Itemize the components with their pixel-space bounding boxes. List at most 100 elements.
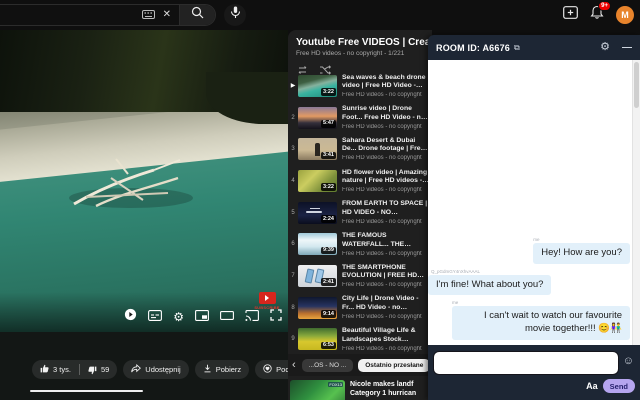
copy-room-id-icon[interactable]: ⧉ bbox=[514, 43, 520, 53]
scroll-progress-line bbox=[30, 390, 143, 392]
emoji-picker-icon[interactable]: ☺ bbox=[623, 356, 634, 367]
video-thumbnail: 9:14 bbox=[298, 296, 337, 319]
suggested-thumbnail: FOX13 bbox=[290, 380, 345, 400]
message-input[interactable] bbox=[433, 351, 619, 375]
video-title: THE FAMOUS WATERFALL... THE WORLD | AMAZ… bbox=[342, 232, 405, 248]
video-meta: Free HD videos - no copyright bbox=[342, 282, 422, 289]
autoplay-toggle-icon[interactable] bbox=[124, 308, 137, 326]
download-icon bbox=[203, 364, 212, 375]
video-thumbnail: 5:47 bbox=[298, 106, 337, 129]
playlist-row[interactable]: 3 3:41 Sahara Desert & Dubai De... Drone… bbox=[288, 133, 432, 165]
playlist-row[interactable]: 9 6:53 Beautiful Village Life & Landscap… bbox=[288, 324, 432, 356]
share-icon bbox=[131, 363, 142, 375]
send-button[interactable]: Send bbox=[602, 379, 635, 393]
create-icon[interactable] bbox=[563, 6, 578, 24]
chat-scrollbar-thumb[interactable] bbox=[634, 62, 639, 108]
share-button[interactable]: Udostępnij bbox=[123, 360, 189, 379]
miniplayer-icon[interactable] bbox=[195, 308, 209, 326]
duration-badge: 3:22 bbox=[320, 88, 336, 96]
row-index: 3 bbox=[291, 146, 295, 153]
theater-mode-icon[interactable] bbox=[220, 308, 234, 326]
message-bubble: Hey! How are you? bbox=[533, 242, 630, 264]
video-title: Sahara Desert & Dubai De... Drone footag… bbox=[342, 136, 425, 153]
subtitles-icon[interactable] bbox=[148, 308, 163, 326]
video-thumbnail: 2:41 bbox=[298, 264, 337, 287]
video-meta: Free HD videos - no copyright bbox=[342, 123, 422, 130]
video-thumbnail: 9:39 bbox=[298, 233, 337, 256]
search-icon bbox=[191, 6, 204, 24]
playlist-row[interactable]: 8 9:14 City Life | Drone Video - Fr... H… bbox=[288, 292, 432, 324]
dislike-icon[interactable] bbox=[88, 364, 97, 375]
video-meta: Free HD videos - no copyright bbox=[342, 313, 422, 320]
playlist-row[interactable]: 5 2:24 FROM EARTH TO SPACE | HD VIDEO - … bbox=[288, 197, 432, 229]
search-button[interactable] bbox=[179, 5, 215, 25]
account-avatar[interactable]: M bbox=[616, 6, 634, 24]
watch-party-chat-panel: ROOM ID: A6676 ⧉ ⚙ — me Hey! How are you… bbox=[428, 35, 640, 400]
chips-back-icon[interactable]: ‹ bbox=[292, 359, 296, 371]
font-size-button[interactable]: Aa bbox=[586, 381, 598, 391]
row-index: 4 bbox=[291, 177, 295, 184]
row-index: 6 bbox=[291, 241, 295, 248]
video-meta: Free HD videos - no copyright bbox=[342, 187, 422, 194]
playlist-row[interactable]: ▶ 3:22 Sea waves & beach drone video | F… bbox=[288, 70, 432, 102]
search-bar[interactable]: ✕ bbox=[0, 4, 216, 26]
settings-gear-icon[interactable]: ⚙ bbox=[173, 311, 184, 323]
thanks-icon bbox=[263, 364, 272, 375]
video-title: Beautiful Village Life & Landscapes Stoc… bbox=[342, 327, 416, 343]
youtube-topbar: ✕ 9+ M bbox=[0, 0, 640, 30]
channel-logo: FOX13 bbox=[328, 382, 343, 387]
row-index: 8 bbox=[291, 304, 295, 311]
voice-search-button[interactable] bbox=[224, 4, 246, 26]
video-meta: Free HD videos - no copyright bbox=[342, 92, 422, 99]
duration-badge: 3:41 bbox=[320, 151, 336, 160]
video-title: Sunrise video | Drone Foot... Free HD Vi… bbox=[342, 105, 425, 121]
chat-message: me Hey! How are you? bbox=[428, 237, 630, 264]
dislike-count[interactable]: 59 bbox=[101, 365, 109, 374]
search-input[interactable] bbox=[0, 7, 93, 17]
video-meta: Free HD videos - no copyright bbox=[342, 155, 422, 162]
chat-settings-icon[interactable]: ⚙ bbox=[600, 42, 610, 53]
clear-search-icon[interactable]: ✕ bbox=[163, 10, 171, 20]
download-label: Pobierz bbox=[215, 365, 242, 374]
video-title: HD flower video | Amazing nature | Free … bbox=[342, 168, 428, 185]
video-player[interactable]: SUBSCRIBE ⚙ bbox=[0, 30, 288, 332]
notification-count-badge: 9+ bbox=[598, 1, 611, 11]
video-frame-driftwood bbox=[56, 148, 206, 223]
below-video-area: 3 tys. 59 Udostępnij Pobierz bbox=[0, 332, 342, 400]
duration-badge: 5:47 bbox=[320, 119, 336, 128]
download-button[interactable]: Pobierz bbox=[194, 360, 250, 379]
like-count[interactable]: 3 tys. bbox=[53, 365, 71, 374]
chat-scrollbar[interactable] bbox=[632, 60, 640, 345]
chat-input-area: ☺ Aa Send bbox=[428, 345, 640, 400]
like-icon[interactable] bbox=[40, 364, 49, 375]
row-index: 2 bbox=[291, 114, 295, 121]
cast-icon[interactable] bbox=[245, 308, 259, 326]
row-index: 9 bbox=[291, 336, 295, 343]
suggested-video[interactable]: FOX13 Nicole makes landf Category 1 hurr… bbox=[288, 378, 432, 400]
filter-chip[interactable]: ...OS - NO ... bbox=[301, 358, 354, 372]
playlist-row[interactable]: 2 5:47 Sunrise video | Drone Foot... Fre… bbox=[288, 102, 432, 134]
message-bubble: I'm fine! What about you? bbox=[428, 274, 552, 296]
chat-message: Q_pGdmGY4nXhvAAAL I'm fine! What about y… bbox=[428, 269, 630, 296]
playlist-row[interactable]: 4 3:22 HD flower video | Amazing nature … bbox=[288, 165, 432, 197]
fullscreen-icon[interactable] bbox=[270, 308, 282, 326]
keyboard-icon[interactable] bbox=[141, 6, 155, 24]
playlist-row[interactable]: 6 9:39 THE FAMOUS WATERFALL... THE WORLD… bbox=[288, 228, 432, 260]
video-meta: Free HD videos - no copyright bbox=[342, 250, 422, 257]
microphone-icon bbox=[230, 6, 241, 24]
notifications-button[interactable]: 9+ bbox=[590, 1, 611, 25]
message-bubble: I can't wait to watch our favourite movi… bbox=[452, 306, 630, 340]
filter-chip-selected[interactable]: Ostatnio przesłane bbox=[358, 358, 431, 372]
video-meta: Free HD videos - no copyright bbox=[342, 218, 422, 225]
duration-badge: 9:14 bbox=[320, 310, 336, 318]
video-thumbnail: 3:22 bbox=[298, 169, 337, 192]
playlist-items: ▶ 3:22 Sea waves & beach drone video | F… bbox=[288, 70, 432, 355]
video-meta: Free HD videos - no copyright bbox=[342, 345, 422, 352]
duration-badge: 9:39 bbox=[320, 246, 336, 255]
playlist-row[interactable]: 7 2:41 THE SMARTPHONE EVOLUTION | FREE H… bbox=[288, 260, 432, 292]
video-thumbnail: 6:53 bbox=[298, 328, 337, 351]
now-playing-icon: ▶ bbox=[290, 83, 296, 90]
chat-minimize-icon[interactable]: — bbox=[622, 42, 632, 53]
playlist-title[interactable]: Youtube Free VIDEOS | Creati bbox=[296, 37, 432, 48]
duration-badge: 3:22 bbox=[320, 183, 336, 191]
